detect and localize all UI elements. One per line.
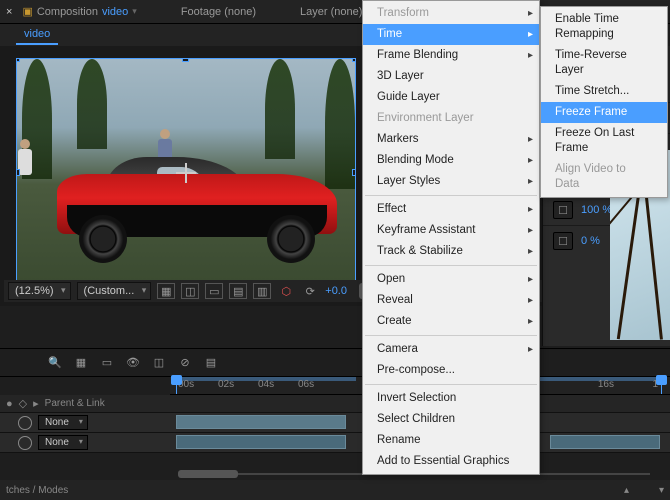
- playhead[interactable]: [176, 377, 177, 394]
- search-icon[interactable]: 🔍: [46, 354, 64, 372]
- scene-tree: [77, 59, 107, 149]
- eye-column-icon[interactable]: ●: [6, 398, 13, 410]
- ruler-mark: 04s: [258, 379, 274, 390]
- menu-blending-mode[interactable]: Blending Mode: [363, 150, 539, 171]
- playhead-end[interactable]: [661, 377, 662, 394]
- label-column-icon[interactable]: ▸: [33, 397, 39, 410]
- menu-reveal[interactable]: Reveal: [363, 290, 539, 311]
- parent-link-header: Parent & Link: [45, 398, 105, 409]
- shy-icon[interactable]: 👁: [124, 354, 142, 372]
- layer-clip[interactable]: [550, 435, 660, 449]
- anchor-point-icon[interactable]: [176, 163, 196, 183]
- menu-separator: [365, 195, 537, 196]
- guides-icon[interactable]: ▥: [253, 283, 271, 299]
- scene-car: [57, 149, 337, 259]
- menu-add-essential-graphics[interactable]: Add to Essential Graphics: [363, 451, 539, 472]
- hundred-value[interactable]: 100 %: [581, 204, 612, 216]
- menu-environment-layer: Environment Layer: [363, 108, 539, 129]
- close-panel-icon[interactable]: ×: [6, 6, 12, 18]
- timeline-panel: 🔍 ▦ ▭ 👁 ◫ ⊘ ▤ 00s 02s 04s 06s 16s 1 ● ◇ …: [0, 348, 670, 480]
- menu-effect[interactable]: Effect: [363, 199, 539, 220]
- submenu-freeze-frame[interactable]: Freeze Frame: [541, 102, 667, 123]
- draft3d-icon[interactable]: ▭: [98, 354, 116, 372]
- ruler-mark: 06s: [298, 379, 314, 390]
- submenu-time-reverse[interactable]: Time-Reverse Layer: [541, 45, 667, 81]
- submenu-align-video: Align Video to Data: [541, 159, 667, 195]
- menu-open[interactable]: Open: [363, 269, 539, 290]
- collapse-icon[interactable]: ▴: [624, 485, 629, 496]
- layer-context-menu: Transform Time Frame Blending 3D Layer G…: [362, 0, 540, 475]
- pickwhip-icon[interactable]: [18, 416, 32, 430]
- frame-blend-icon[interactable]: ◫: [150, 354, 168, 372]
- parent-dropdown[interactable]: None: [38, 435, 88, 450]
- ruler-mark: 16s: [598, 379, 614, 390]
- zoom-dropdown[interactable]: (12.5%): [8, 282, 71, 300]
- pickwhip-icon[interactable]: [18, 436, 32, 450]
- menu-time[interactable]: Time: [363, 24, 539, 45]
- composition-name[interactable]: video: [102, 6, 128, 18]
- menu-markers[interactable]: Markers: [363, 129, 539, 150]
- menu-precompose[interactable]: Pre-compose...: [363, 360, 539, 381]
- menu-guide-layer[interactable]: Guide Layer: [363, 87, 539, 108]
- graph-editor-icon[interactable]: ▤: [202, 354, 220, 372]
- menu-layer-styles[interactable]: Layer Styles: [363, 171, 539, 192]
- menu-create[interactable]: Create: [363, 311, 539, 332]
- menu-3d-layer[interactable]: 3D Layer: [363, 66, 539, 87]
- menu-separator: [365, 335, 537, 336]
- menu-keyframe-assistant[interactable]: Keyframe Assistant: [363, 220, 539, 241]
- menu-separator: [365, 384, 537, 385]
- status-switches-modes[interactable]: tches / Modes: [6, 485, 68, 496]
- opacity-icon[interactable]: ☐: [553, 201, 573, 219]
- menu-camera[interactable]: Camera: [363, 339, 539, 360]
- menu-rename[interactable]: Rename: [363, 430, 539, 451]
- footage-crumb: Footage (none): [181, 6, 256, 18]
- resize-handle[interactable]: [182, 58, 189, 62]
- chevron-down-icon[interactable]: ▾: [132, 6, 137, 17]
- scene-tree: [265, 59, 295, 159]
- preview-canvas[interactable]: [16, 58, 356, 288]
- resolution-dropdown[interactable]: (Custom...: [77, 282, 152, 300]
- menu-separator: [365, 265, 537, 266]
- resize-handle[interactable]: [16, 58, 20, 62]
- grid-icon[interactable]: ▤: [229, 283, 247, 299]
- layer-row[interactable]: None: [0, 413, 170, 433]
- layer-crumb: Layer (none): [300, 6, 362, 18]
- tab-video[interactable]: video: [16, 25, 58, 45]
- motion-blur-icon[interactable]: ⊘: [176, 354, 194, 372]
- layer-clip[interactable]: [176, 435, 346, 449]
- layer-row[interactable]: None: [0, 433, 170, 453]
- exposure-value[interactable]: +0.0: [325, 285, 347, 297]
- lock-column-icon[interactable]: ◇: [19, 397, 27, 410]
- time-submenu: Enable Time Remapping Time-Reverse Layer…: [540, 6, 668, 198]
- submenu-time-remapping[interactable]: Enable Time Remapping: [541, 9, 667, 45]
- ruler-mark: 02s: [218, 379, 234, 390]
- resize-handle[interactable]: [352, 58, 356, 62]
- expand-icon[interactable]: ▾: [659, 485, 664, 496]
- toggle-alpha-icon[interactable]: ▦: [157, 283, 175, 299]
- submenu-time-stretch[interactable]: Time Stretch...: [541, 81, 667, 102]
- composition-flowchart-icon[interactable]: ▦: [72, 354, 90, 372]
- reset-exposure-icon[interactable]: ⟳: [301, 283, 319, 299]
- submenu-freeze-last-frame[interactable]: Freeze On Last Frame: [541, 123, 667, 159]
- menu-transform[interactable]: Transform: [363, 3, 539, 24]
- parent-dropdown[interactable]: None: [38, 415, 88, 430]
- roi-icon[interactable]: ▭: [205, 283, 223, 299]
- menu-invert-selection[interactable]: Invert Selection: [363, 388, 539, 409]
- panel-type-label: Composition: [37, 6, 98, 18]
- menu-track-stabilize[interactable]: Track & Stabilize: [363, 241, 539, 262]
- resize-handle[interactable]: [16, 169, 20, 176]
- channel-icon[interactable]: ⬡: [277, 283, 295, 299]
- menu-frame-blending[interactable]: Frame Blending: [363, 45, 539, 66]
- status-bar: tches / Modes ▴ ▾: [0, 480, 670, 500]
- folder-icon: ▣: [22, 5, 32, 18]
- flow-icon[interactable]: ☐: [553, 232, 573, 250]
- toggle-mask-icon[interactable]: ◫: [181, 283, 199, 299]
- menu-select-children[interactable]: Select Children: [363, 409, 539, 430]
- zeropct-value[interactable]: 0 %: [581, 235, 600, 247]
- layer-clip[interactable]: [176, 415, 346, 429]
- resize-handle[interactable]: [352, 169, 356, 176]
